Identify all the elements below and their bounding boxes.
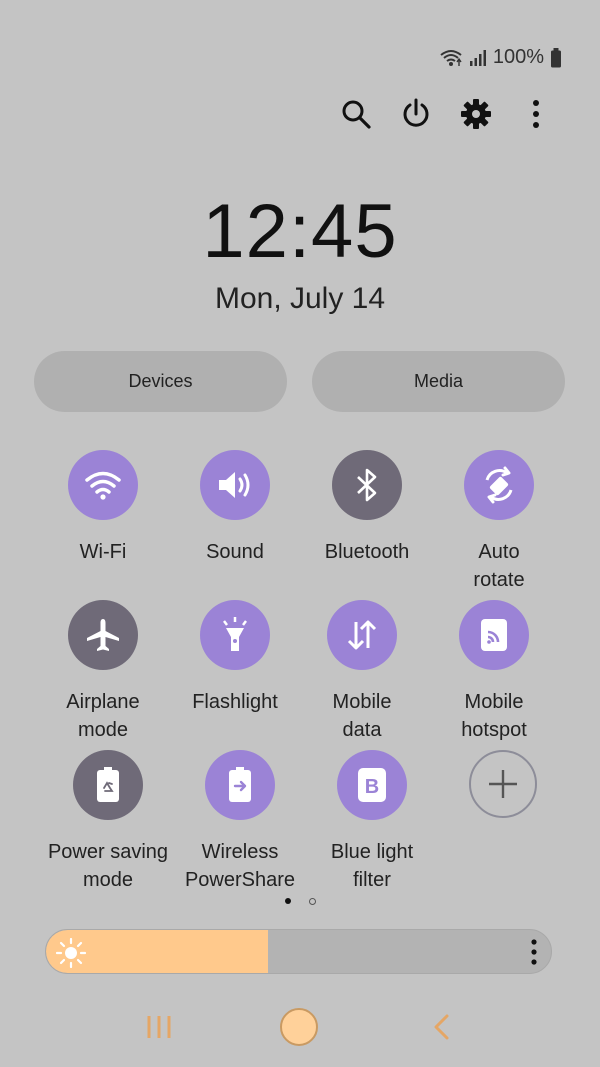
search-icon <box>342 100 371 129</box>
wireless-powershare-icon <box>229 767 251 802</box>
flashlight-icon <box>223 617 247 651</box>
tile-mobile-hotspot[interactable]: Mobile hotspot <box>424 600 564 744</box>
wifi-icon <box>440 49 462 66</box>
tile-label: Mobile data <box>332 691 392 741</box>
back-icon[interactable] <box>430 1014 452 1040</box>
page-indicator <box>0 898 600 905</box>
home-button[interactable] <box>280 1008 318 1046</box>
tile-sound[interactable]: Sound <box>165 450 305 566</box>
devices-button[interactable]: Devices <box>34 351 287 412</box>
airplane-icon <box>87 619 119 651</box>
tile-label: Sound <box>206 541 264 563</box>
recents-icon[interactable] <box>144 1014 174 1040</box>
tile-airplane-mode-circle[interactable] <box>68 600 138 670</box>
tile-wireless-powershare-circle[interactable] <box>205 750 275 820</box>
tile-wireless-powershare[interactable]: Wireless PowerShare <box>170 750 310 894</box>
tile-mobile-data-circle[interactable] <box>327 600 397 670</box>
tile-label: Airplane mode <box>66 691 140 741</box>
add-tile-button[interactable] <box>469 750 537 818</box>
tile-bluetooth[interactable]: Bluetooth <box>297 450 437 566</box>
tile-power-saving-circle[interactable] <box>73 750 143 820</box>
tile-label: Mobile hotspot <box>461 691 527 741</box>
tile-power-saving[interactable]: Power saving mode <box>38 750 178 894</box>
tile-sound-circle[interactable] <box>200 450 270 520</box>
tile-flashlight-circle[interactable] <box>200 600 270 670</box>
tile-auto-rotate[interactable]: Auto rotate <box>429 450 569 594</box>
signal-icon <box>469 49 486 66</box>
page-dot-active <box>284 898 291 904</box>
tile-label: Flashlight <box>192 691 278 713</box>
battery-percentage: 100% <box>492 46 544 68</box>
more-vertical-icon <box>533 100 539 128</box>
search-button[interactable] <box>326 92 386 136</box>
status-bar: 100% <box>439 46 562 69</box>
tile-label: Wi-Fi <box>79 541 127 563</box>
power-saving-icon <box>97 767 119 802</box>
more-options-button[interactable] <box>506 92 566 136</box>
tile-label: Blue light filter <box>330 841 414 891</box>
tile-wifi-circle[interactable] <box>68 450 138 520</box>
tile-mobile-data[interactable]: Mobile data <box>292 600 432 744</box>
svg-text:B: B <box>365 776 379 798</box>
tile-auto-rotate-circle[interactable] <box>464 450 534 520</box>
battery-icon <box>551 47 561 67</box>
tile-blue-light-filter-circle[interactable]: B <box>337 750 407 820</box>
bluetooth-icon <box>357 468 377 502</box>
tile-mobile-hotspot-circle[interactable] <box>459 600 529 670</box>
power-icon <box>403 98 429 127</box>
brightness-more-icon[interactable] <box>529 938 539 966</box>
brightness-slider[interactable] <box>45 929 552 974</box>
media-button[interactable]: Media <box>312 351 565 412</box>
tile-blue-light-filter[interactable]: B Blue light filter <box>302 750 442 894</box>
navigation-bar <box>0 1000 600 1060</box>
power-button[interactable] <box>386 92 446 136</box>
speaker-icon <box>219 472 250 498</box>
tile-label: Wireless PowerShare <box>184 841 296 891</box>
tile-add[interactable] <box>433 750 573 818</box>
add-icon <box>489 770 517 798</box>
clock-date: Mon, July 14 <box>214 282 386 315</box>
wifi-icon <box>85 471 121 500</box>
settings-button[interactable] <box>446 92 506 136</box>
hotspot-icon <box>481 619 507 651</box>
auto-rotate-icon <box>485 466 513 504</box>
tile-airplane-mode[interactable]: Airplane mode <box>33 600 173 744</box>
settings-gear-icon <box>461 99 491 129</box>
tile-label: Auto rotate <box>473 541 525 591</box>
top-actions <box>326 92 566 136</box>
mobile-data-icon <box>347 620 377 650</box>
clock-time: 12:45 <box>202 189 398 274</box>
tile-label: Bluetooth <box>324 541 410 563</box>
sun-icon <box>56 938 86 968</box>
tile-wifi[interactable]: Wi-Fi <box>33 450 173 566</box>
tile-bluetooth-circle[interactable] <box>332 450 402 520</box>
tile-label: Power saving mode <box>47 841 169 891</box>
tile-flashlight[interactable]: Flashlight <box>165 600 305 716</box>
page-dot-inactive <box>308 898 316 905</box>
blue-light-filter-icon: B <box>358 768 386 802</box>
